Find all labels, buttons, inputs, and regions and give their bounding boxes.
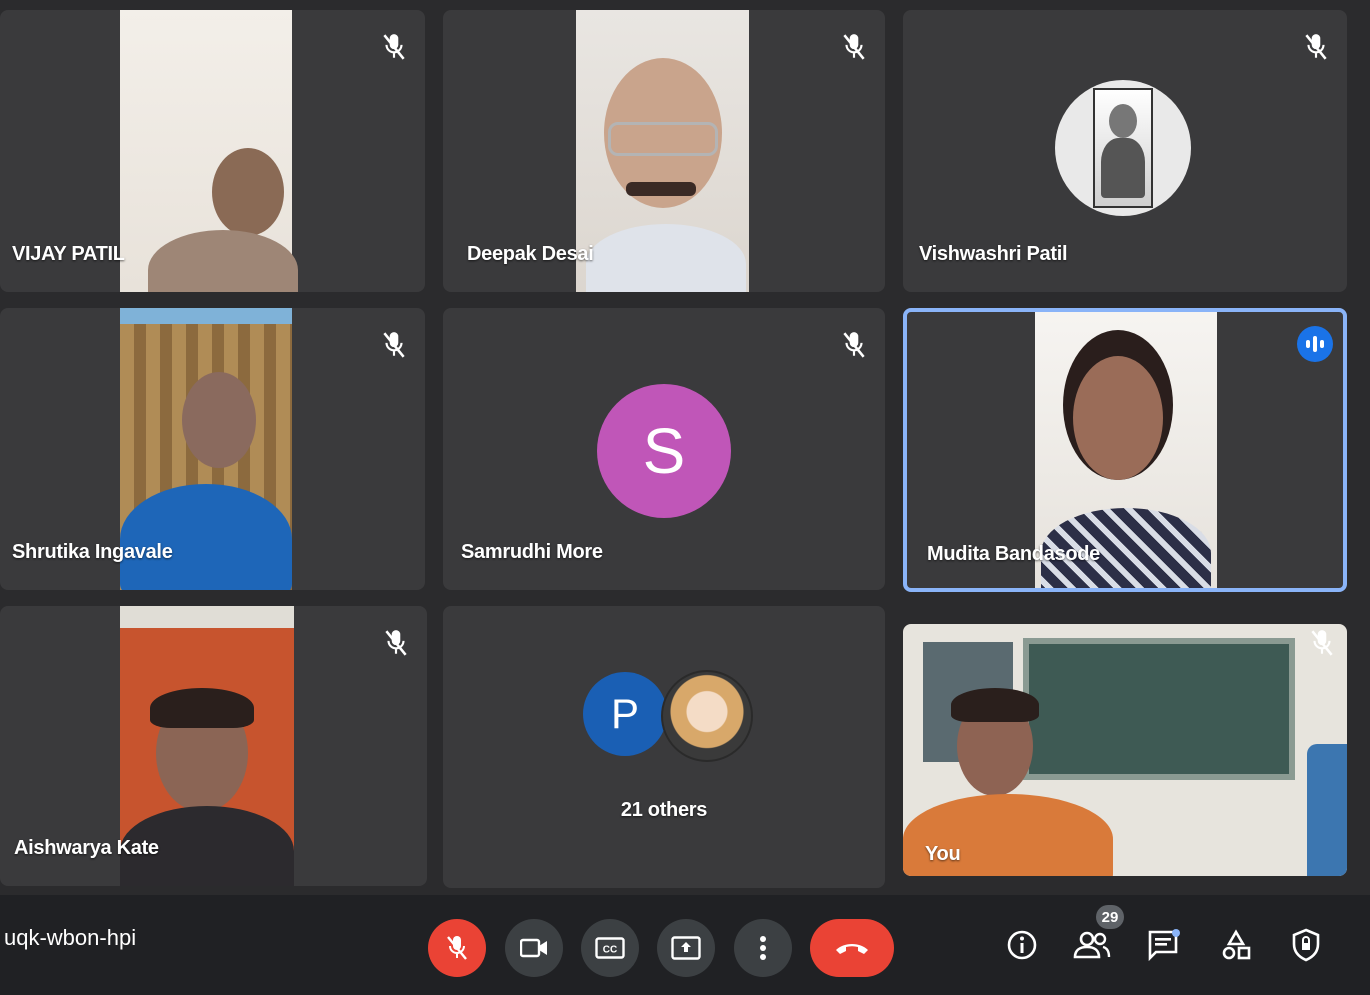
participant-tile-vijay[interactable]: VIJAY PATIL bbox=[0, 10, 425, 292]
mic-off-icon bbox=[1305, 34, 1327, 60]
captions-button[interactable]: CC bbox=[581, 919, 639, 977]
mic-off-icon bbox=[843, 332, 865, 358]
participant-grid: VIJAY PATIL Deepak Desai Vishwashri Pati… bbox=[0, 0, 1370, 895]
mic-off-icon bbox=[383, 332, 405, 358]
speaking-indicator bbox=[1297, 326, 1333, 362]
bottom-toolbar: uqk-wbon-hpi CC 29 bbox=[0, 895, 1370, 995]
self-name: You bbox=[925, 843, 961, 865]
present-icon bbox=[671, 936, 701, 960]
more-icon bbox=[760, 936, 766, 960]
participant-name: Shrutika Ingavale bbox=[12, 541, 173, 563]
participant-name: VIJAY PATIL bbox=[12, 243, 125, 265]
participant-name: Deepak Desai bbox=[467, 243, 594, 265]
participant-tile-samrudhi[interactable]: S Samrudhi More bbox=[443, 308, 885, 590]
initial-avatar: P bbox=[583, 672, 667, 756]
host-controls-button[interactable] bbox=[1286, 925, 1326, 965]
mic-off-icon bbox=[447, 936, 467, 960]
participant-tile-mudita[interactable]: Mudita Bandasode bbox=[903, 308, 1347, 592]
mic-off-icon bbox=[385, 630, 407, 656]
people-icon bbox=[1073, 931, 1111, 959]
video-feed bbox=[576, 10, 749, 292]
info-icon bbox=[1007, 930, 1037, 960]
profile-avatar bbox=[1055, 80, 1191, 216]
initial-avatar: S bbox=[597, 384, 731, 518]
mic-off-icon bbox=[1311, 630, 1333, 656]
participant-tile-vishwashri[interactable]: Vishwashri Patil bbox=[903, 10, 1347, 292]
chat-button[interactable] bbox=[1144, 925, 1184, 965]
chat-icon bbox=[1148, 929, 1180, 961]
profile-avatar bbox=[661, 670, 753, 762]
mic-off-icon bbox=[383, 34, 405, 60]
others-tile[interactable]: P 21 others bbox=[443, 606, 885, 888]
video-feed bbox=[120, 10, 298, 292]
participant-name: Vishwashri Patil bbox=[919, 243, 1068, 265]
participant-name: Aishwarya Kate bbox=[14, 837, 159, 859]
mic-off-icon bbox=[843, 34, 865, 60]
participant-count-badge: 29 bbox=[1096, 905, 1124, 929]
participant-name: Samrudhi More bbox=[461, 541, 603, 563]
people-button[interactable] bbox=[1072, 925, 1112, 965]
camera-icon bbox=[520, 938, 547, 958]
mic-toggle-button[interactable] bbox=[428, 919, 486, 977]
participant-tile-deepak[interactable]: Deepak Desai bbox=[443, 10, 885, 292]
present-button[interactable] bbox=[657, 919, 715, 977]
meeting-details-button[interactable] bbox=[1002, 925, 1042, 965]
captions-icon: CC bbox=[595, 937, 625, 959]
participant-name: Mudita Bandasode bbox=[927, 543, 1100, 565]
video-feed bbox=[903, 624, 1347, 876]
more-options-button[interactable] bbox=[734, 919, 792, 977]
leave-call-button[interactable] bbox=[810, 919, 894, 977]
others-count-label: 21 others bbox=[620, 799, 708, 821]
activities-icon bbox=[1222, 929, 1251, 960]
host-controls-icon bbox=[1292, 928, 1320, 962]
participant-tile-shrutika[interactable]: Shrutika Ingavale bbox=[0, 308, 425, 590]
svg-text:CC: CC bbox=[603, 945, 617, 956]
hangup-icon bbox=[836, 944, 868, 954]
self-view-tile[interactable]: You bbox=[903, 624, 1347, 876]
meeting-code: uqk-wbon-hpi bbox=[4, 925, 137, 950]
participant-tile-aishwarya[interactable]: Aishwarya Kate bbox=[0, 606, 427, 886]
camera-toggle-button[interactable] bbox=[505, 919, 563, 977]
activities-button[interactable] bbox=[1216, 925, 1256, 965]
